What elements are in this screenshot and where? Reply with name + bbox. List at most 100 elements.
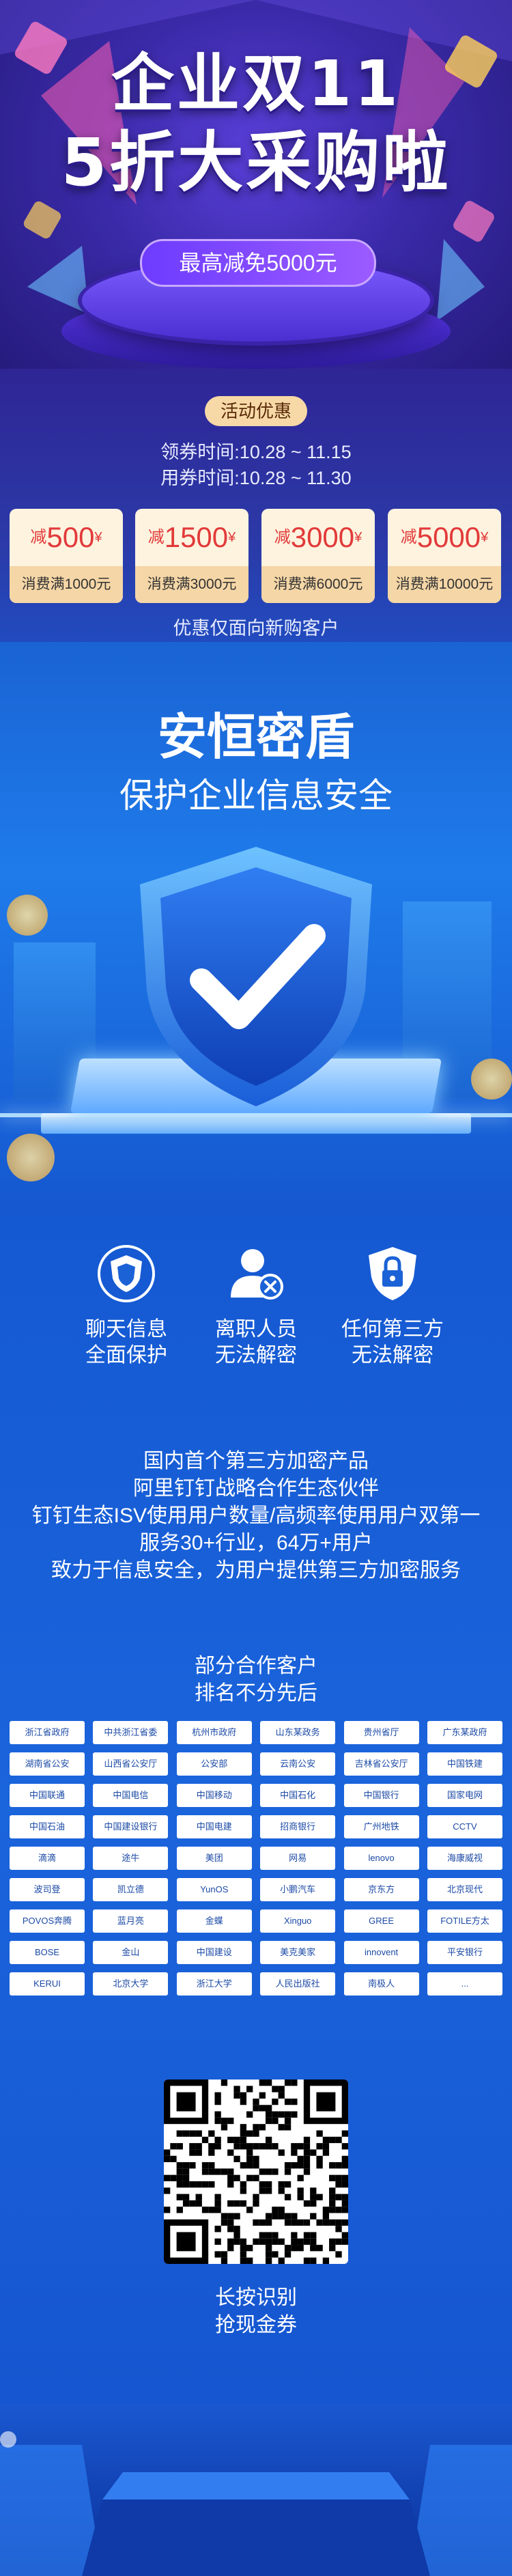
hero-title-line2: 5折大采购啦 xyxy=(0,109,512,204)
yen-symbol: ¥ xyxy=(481,530,489,545)
client-logo: 招商银行 xyxy=(260,1815,336,1838)
yen-symbol: ¥ xyxy=(94,530,102,545)
client-logo: 中国石油 xyxy=(10,1815,85,1838)
client-logo: 途牛 xyxy=(93,1847,169,1870)
client-logo: 小鹏汽车 xyxy=(260,1878,336,1901)
client-logo: 人民出版社 xyxy=(260,1972,336,1996)
client-logo: FOTILE方太 xyxy=(427,1909,502,1933)
feature-line1: 任何第三方 xyxy=(341,1318,444,1341)
coupon-prefix: 减 xyxy=(30,528,47,546)
client-logo: 吉林省公安厅 xyxy=(343,1752,419,1776)
coupon-card[interactable]: 减500¥ 消费满1000元 xyxy=(10,509,123,603)
client-logo: ... xyxy=(427,1972,502,1996)
coupon-condition: 消费满6000元 xyxy=(261,566,375,603)
dot-icon xyxy=(0,2431,16,2448)
client-logo: 滴滴 xyxy=(10,1847,85,1870)
client-logo: 湖南省公安 xyxy=(10,1752,85,1776)
client-logo: 国家电网 xyxy=(427,1784,502,1807)
description-line: 阿里钉钉战略合作生态伙伴 xyxy=(133,1477,379,1500)
description-line: 国内首个第三方加密产品 xyxy=(143,1450,369,1472)
coupon-amount: 3000 xyxy=(290,521,355,553)
qr-caption: 长按识别 抢现金券 xyxy=(0,2284,512,2339)
client-logo: 金蝶 xyxy=(176,1909,252,1933)
client-logo: 中国石化 xyxy=(260,1784,336,1807)
client-logo: 中国联通 xyxy=(10,1784,85,1807)
platform-base xyxy=(41,1113,471,1134)
client-logo: 京东方 xyxy=(343,1878,419,1901)
client-logo: 广州地铁 xyxy=(343,1815,419,1838)
client-logo: 南极人 xyxy=(343,1972,419,1996)
coupon-card[interactable]: 减3000¥ 消费满6000元 xyxy=(261,509,375,603)
client-logo: 中国移动 xyxy=(176,1784,252,1807)
new-customer-note: 优惠仅面向新购客户 xyxy=(173,618,339,639)
coupon-amount: 1500 xyxy=(164,521,229,553)
coupon-amount: 5000 xyxy=(416,521,481,553)
coupon-prefix: 减 xyxy=(274,528,291,546)
shield-check-icon xyxy=(140,847,372,1106)
stage-steps xyxy=(0,2445,512,2576)
clients-title-line1: 部分合作客户 xyxy=(195,1655,317,1677)
client-logo: CCTV xyxy=(427,1815,502,1838)
client-logo: 网易 xyxy=(260,1847,336,1870)
coupon-card[interactable]: 减1500¥ 消费满3000元 xyxy=(135,509,248,603)
feature-item: 任何第三方 无法解密 xyxy=(307,1243,478,1369)
coupon-amount: 500 xyxy=(46,521,95,553)
client-logo: 平安银行 xyxy=(427,1941,502,1964)
coupon-card[interactable]: 减5000¥ 消费满10000元 xyxy=(388,509,501,603)
client-logo: 山西省公安厅 xyxy=(93,1752,169,1776)
client-logo: 中国建设 xyxy=(176,1941,252,1964)
client-logo: 中国电信 xyxy=(93,1784,169,1807)
client-logo: 贵州省厅 xyxy=(343,1721,419,1744)
coin-icon xyxy=(7,895,48,936)
client-logo: POVOS奔腾 xyxy=(10,1909,85,1933)
client-logo: 金山 xyxy=(93,1941,169,1964)
coupon-condition: 消费满10000元 xyxy=(388,566,501,603)
bottom-stage xyxy=(0,2404,512,2576)
product-subtitle: 保护企业信息安全 xyxy=(119,776,393,815)
client-logo: Xinguo xyxy=(260,1909,336,1933)
client-logo: lenovo xyxy=(343,1847,419,1870)
hero-banner: 企业双11 5折大采购啦 最高减免5000元 xyxy=(0,0,512,382)
coin-icon xyxy=(471,1059,512,1100)
client-logo: GREE xyxy=(343,1909,419,1933)
client-logo: 海康威视 xyxy=(427,1847,502,1870)
coupon-prefix: 减 xyxy=(400,528,417,546)
clients-title-line2: 排名不分先后 xyxy=(195,1682,317,1705)
client-logo: 公安部 xyxy=(176,1752,252,1776)
client-logo: 凯立德 xyxy=(93,1878,169,1901)
qr-caption-line1: 长按识别 xyxy=(215,2286,297,2309)
coin-icon xyxy=(7,1134,55,1181)
client-logo: 中国建设银行 xyxy=(93,1815,169,1838)
client-logo: 广东某政府 xyxy=(427,1721,502,1744)
product-title: 安恒密盾 xyxy=(157,710,354,765)
product-hero: 安恒密盾 保护企业信息安全 xyxy=(0,642,512,1216)
description-line: 服务30+行业，64万+用户 xyxy=(139,1532,373,1554)
chat-shield-icon xyxy=(98,1245,155,1302)
client-logo: 中共浙江省委 xyxy=(93,1721,169,1744)
client-logo: KERUI xyxy=(10,1972,85,1996)
client-logo: YunOS xyxy=(176,1878,252,1901)
product-description: 国内首个第三方加密产品 阿里钉钉战略合作生态伙伴 钉钉生态ISV使用用户数量/高… xyxy=(0,1448,512,1584)
yen-symbol: ¥ xyxy=(354,530,362,545)
client-logo: BOSE xyxy=(10,1941,85,1964)
client-logo: 浙江大学 xyxy=(176,1972,252,1996)
client-logo: 浙江省政府 xyxy=(10,1721,85,1744)
client-logo: innovent xyxy=(343,1941,419,1964)
user-x-icon xyxy=(231,1249,283,1300)
client-logo: 蓝月亮 xyxy=(93,1909,169,1933)
feature-line2: 无法解密 xyxy=(352,1344,433,1367)
description-line: 致力于信息安全，为用户提供第三方加密服务 xyxy=(51,1559,461,1582)
coupon-condition: 消费满1000元 xyxy=(10,566,123,603)
yen-symbol: ¥ xyxy=(228,530,236,545)
client-logo: 美克美家 xyxy=(260,1941,336,1964)
activity-badge: 活动优惠 xyxy=(205,396,307,426)
coupon-prefix: 减 xyxy=(147,528,165,546)
client-logo: 北京现代 xyxy=(427,1878,502,1901)
lock-shield-icon xyxy=(369,1247,416,1300)
client-logo: 山东某政务 xyxy=(260,1721,336,1744)
client-logo: 中国电建 xyxy=(176,1815,252,1838)
clients-title: 部分合作客户 排名不分先后 xyxy=(0,1653,512,1707)
coupon-section: 活动优惠 领券时间:10.28 ~ 11.15 用券时间:10.28 ~ 11.… xyxy=(0,369,512,662)
client-logo: 杭州市政府 xyxy=(176,1721,252,1744)
qr-code[interactable] xyxy=(164,2080,348,2264)
